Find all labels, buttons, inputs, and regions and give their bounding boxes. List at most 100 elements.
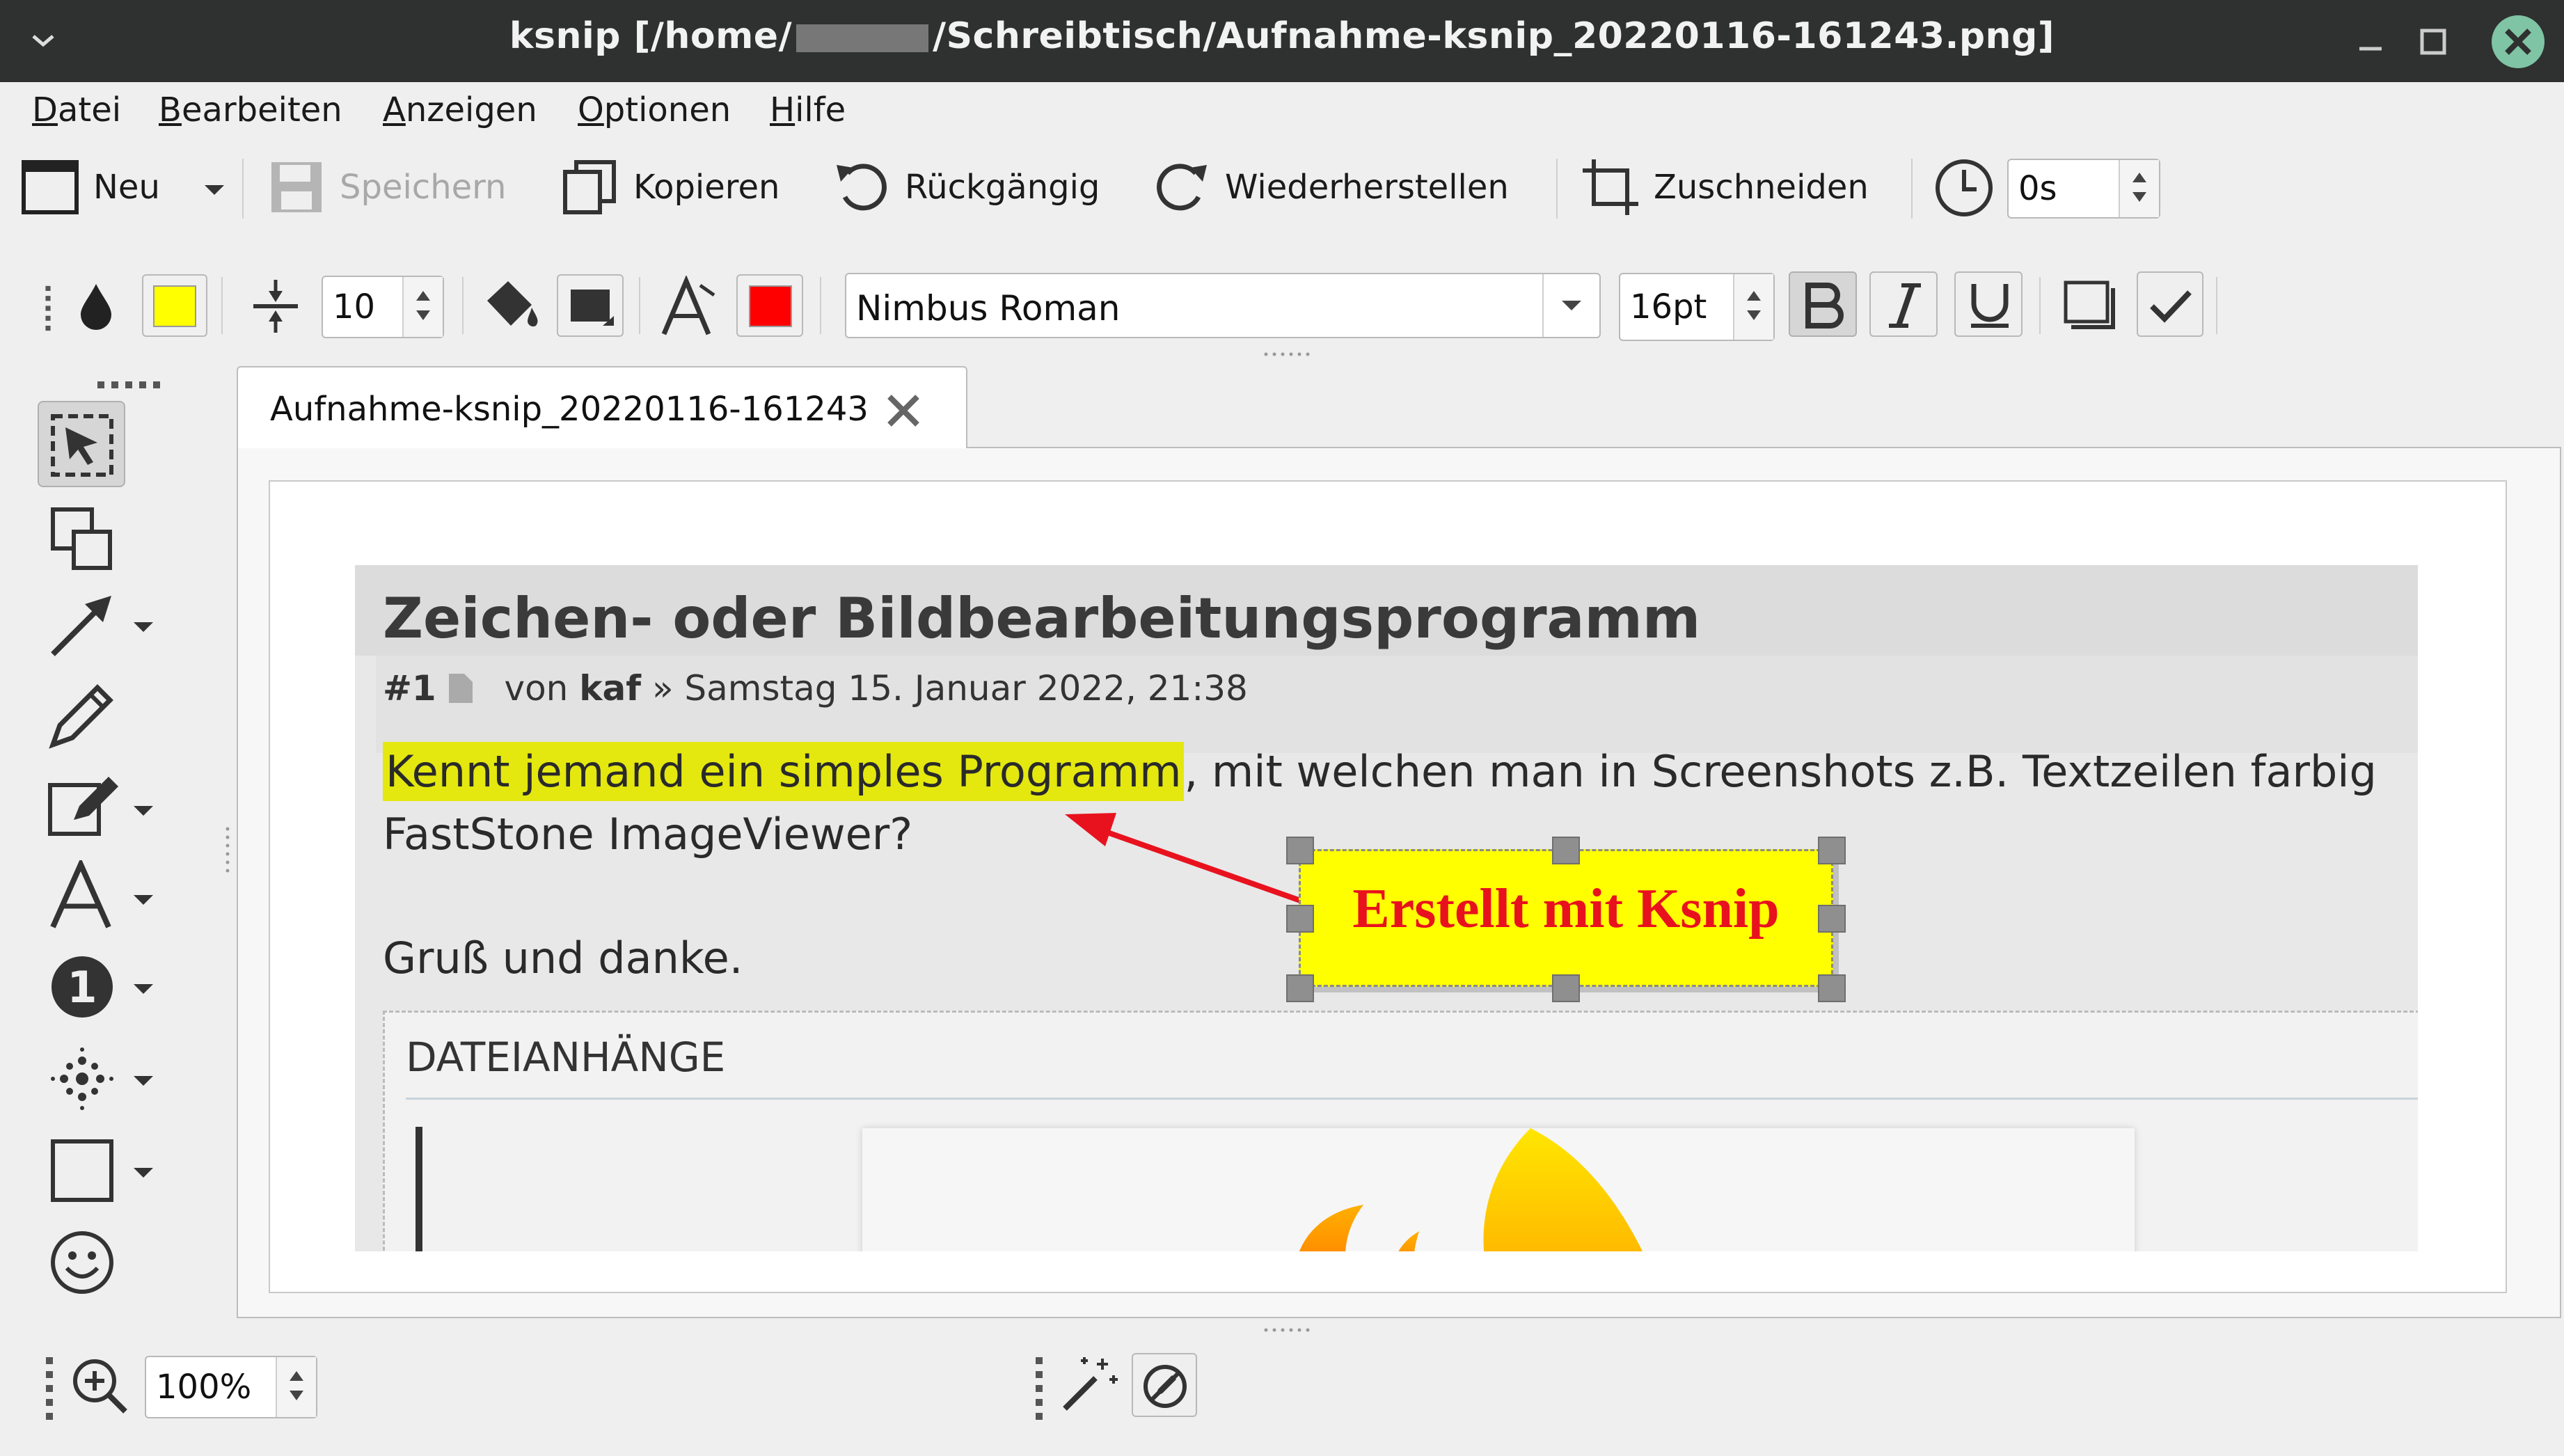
tab-capture-label: Aufnahme-ksnip_20220116-161243 xyxy=(270,390,869,429)
spin-arrows-icon xyxy=(1747,291,1761,320)
redo-icon xyxy=(1157,164,1207,211)
marker-tool-icon[interactable] xyxy=(46,771,122,841)
delay-spinbox[interactable]: 0s xyxy=(2007,159,2160,219)
delay-spin-arrows[interactable] xyxy=(2119,160,2159,217)
fill-color-button[interactable] xyxy=(142,274,207,337)
shadow-toggle-icon[interactable] xyxy=(2062,278,2120,333)
copy-button[interactable]: Kopieren xyxy=(561,157,780,217)
clock-icon xyxy=(1936,159,1993,216)
width-spinbox[interactable]: 10 xyxy=(322,276,444,338)
sidebar-grip-icon[interactable] xyxy=(97,380,163,390)
menu-anzeigen[interactable]: Anzeigen xyxy=(383,90,537,129)
tab-capture[interactable]: Aufnahme-ksnip_20220116-161243 xyxy=(237,366,967,448)
zoom-spin-arrows[interactable] xyxy=(276,1357,316,1417)
toolbar-separator xyxy=(2216,277,2220,334)
pen-tool-icon[interactable] xyxy=(46,682,116,752)
toolbar-separator xyxy=(221,277,225,334)
shadow-fill-button[interactable] xyxy=(557,274,624,337)
resize-handle-bottom-left[interactable] xyxy=(1286,974,1314,1002)
resize-handle-right[interactable] xyxy=(1818,905,1846,933)
title-bar: ksnip [/home/ /Schreibtisch/Aufnahme-ksni… xyxy=(0,0,2564,82)
post-line-3: Gruß und danke. xyxy=(383,933,743,983)
splitter-handle-icon[interactable] xyxy=(1263,351,1311,358)
menu-datei-mnemonic: D xyxy=(32,90,58,129)
toolbar-grip-icon[interactable] xyxy=(1034,1357,1044,1420)
menu-bearbeiten-mnemonic: B xyxy=(159,90,182,129)
post-line-1-rest: , mit welchen man in Screenshots z.B. Te… xyxy=(1184,746,2377,797)
select-tool-button[interactable] xyxy=(38,401,125,487)
minimize-icon[interactable] xyxy=(2350,21,2391,63)
close-window-icon[interactable] xyxy=(2489,13,2547,71)
fill-bucket-icon[interactable] xyxy=(480,277,543,335)
new-dropdown-chevron-icon[interactable] xyxy=(200,180,228,200)
menu-bar: Datei Bearbeiten Anzeigen Optionen Hilfe xyxy=(0,82,2564,138)
magic-wand-icon[interactable] xyxy=(1059,1354,1119,1414)
font-size-spinbox[interactable]: 16pt xyxy=(1619,273,1775,341)
rectangle-tool-icon[interactable] xyxy=(49,1137,116,1204)
zoom-in-icon xyxy=(73,1359,127,1414)
font-family-dropdown[interactable] xyxy=(1542,274,1599,337)
resize-handle-top-left[interactable] xyxy=(1286,837,1314,864)
undo-button[interactable]: Rückgängig xyxy=(832,157,1100,217)
redo-button-label: Wiederherstellen xyxy=(1225,168,1509,207)
menu-datei[interactable]: Datei xyxy=(32,90,121,129)
disable-modifications-button[interactable] xyxy=(1132,1353,1197,1417)
save-button-label: Speichern xyxy=(340,168,507,207)
duplicate-tool-icon[interactable] xyxy=(49,505,116,572)
resize-handle-left[interactable] xyxy=(1286,905,1314,933)
post-meta: #1 von kaf » Samstag 15. Januar 2022, 21… xyxy=(383,668,1248,709)
font-size-spin-arrows[interactable] xyxy=(1733,274,1773,340)
underline-button[interactable] xyxy=(1954,271,2023,337)
menu-hilfe[interactable]: Hilfe xyxy=(770,90,846,129)
post-line-1: Kennt jemand ein simples Programm, mit w… xyxy=(383,742,2377,801)
text-tool-icon[interactable] xyxy=(46,860,116,930)
maximize-icon[interactable] xyxy=(2412,21,2454,63)
text-color-button[interactable] xyxy=(736,274,803,337)
resize-handle-top-right[interactable] xyxy=(1818,837,1846,864)
window-title: ksnip [/home/ /Schreibtisch/Aufnahme-ksni… xyxy=(0,15,2564,57)
resize-handle-top[interactable] xyxy=(1552,837,1580,864)
chevron-down-icon[interactable] xyxy=(131,892,156,909)
menu-bearbeiten[interactable]: Bearbeiten xyxy=(159,90,342,129)
chevron-down-icon[interactable] xyxy=(131,619,156,636)
crop-button[interactable]: Zuschneiden xyxy=(1581,157,1869,217)
width-spin-arrows[interactable] xyxy=(402,277,443,337)
redo-button[interactable]: Wiederherstellen xyxy=(1153,157,1509,217)
spin-arrows-icon xyxy=(416,291,430,320)
attachments-divider xyxy=(406,1098,2418,1100)
toolbar-grip-icon[interactable] xyxy=(45,1357,54,1420)
toolbar-separator xyxy=(639,277,643,334)
new-button[interactable]: Neu xyxy=(21,157,160,217)
post-meta-von: von xyxy=(504,668,569,709)
flame-logo-image xyxy=(1299,1128,1643,1251)
fill-color-swatch xyxy=(153,285,196,327)
bold-button[interactable] xyxy=(1789,271,1857,337)
menu-optionen[interactable]: Optionen xyxy=(578,90,731,129)
text-annotation-box[interactable]: Erstellt mit Ksnip xyxy=(1299,849,1833,987)
font-family-combobox[interactable]: Nimbus Roman xyxy=(845,273,1601,338)
blur-tool-icon[interactable] xyxy=(49,1045,116,1112)
italic-button[interactable] xyxy=(1869,271,1938,337)
save-button[interactable]: Speichern xyxy=(267,157,506,217)
chevron-down-icon[interactable] xyxy=(131,1165,156,1182)
chevron-down-icon[interactable] xyxy=(131,803,156,820)
zoom-spinbox[interactable]: 100% xyxy=(145,1356,317,1418)
chevron-down-icon[interactable] xyxy=(131,981,156,998)
checkmark-icon xyxy=(2150,290,2192,323)
toolbar-grip-icon[interactable] xyxy=(45,277,52,340)
resize-handle-bottom[interactable] xyxy=(1552,974,1580,1002)
toolbar-separator xyxy=(1556,159,1560,219)
window-title-prefix: ksnip [/home/ xyxy=(509,15,793,57)
chevron-down-icon[interactable] xyxy=(131,1073,156,1090)
width-value: 10 xyxy=(333,287,376,326)
italic-icon xyxy=(1889,283,1921,328)
close-tab-icon[interactable] xyxy=(884,391,923,430)
apply-check-button[interactable] xyxy=(2137,271,2203,337)
number-tool-icon[interactable]: 1 xyxy=(49,953,116,1020)
arrow-tool-icon[interactable] xyxy=(46,592,116,661)
splitter-handle-icon[interactable] xyxy=(224,825,231,874)
copy-icon xyxy=(563,160,616,214)
svg-text:1: 1 xyxy=(67,962,97,1013)
sticker-emoji-icon[interactable] xyxy=(49,1229,116,1296)
resize-handle-bottom-right[interactable] xyxy=(1818,974,1846,1002)
